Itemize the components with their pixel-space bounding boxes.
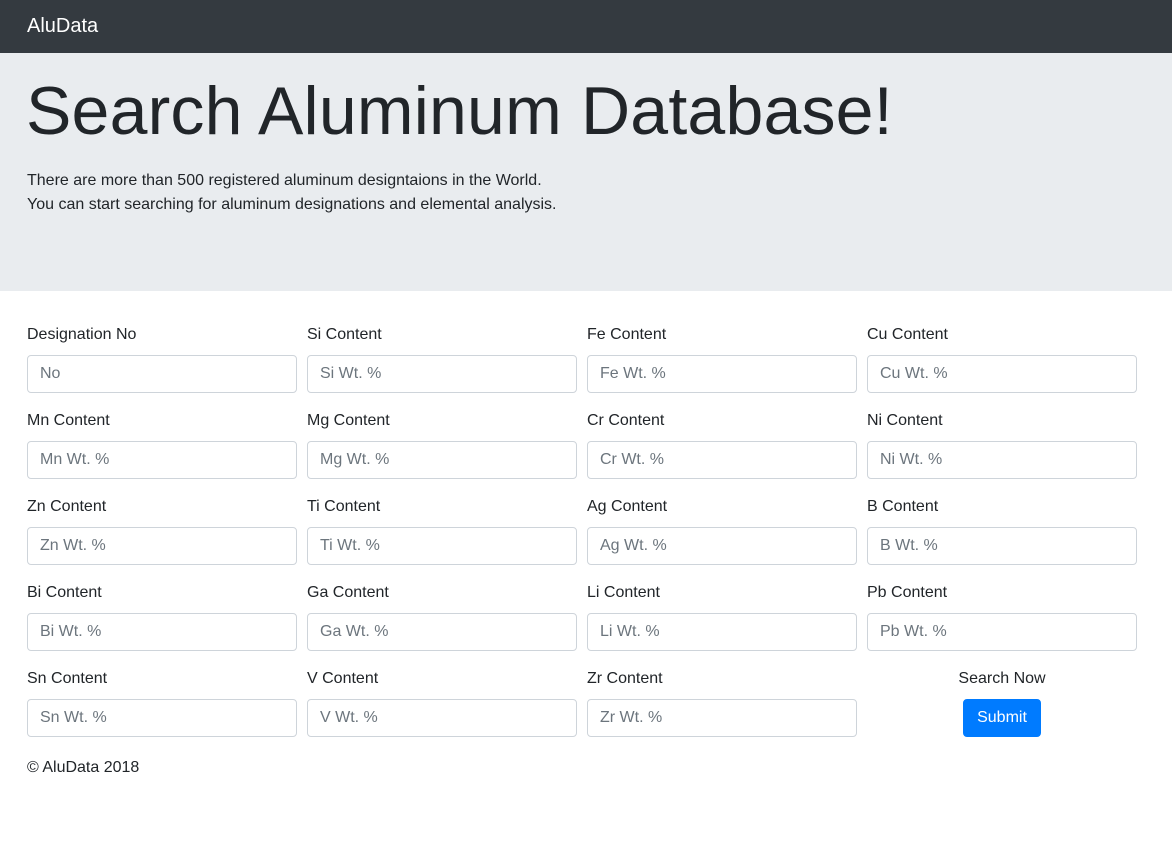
hero-description: There are more than 500 registered alumi… [27,169,1145,217]
field-zn: Zn Content [27,497,297,583]
field-mg: Mg Content [307,411,577,497]
pb-label: Pb Content [867,584,948,601]
field-sn: Sn Content [27,669,297,755]
mg-label: Mg Content [307,412,390,429]
field-ni: Ni Content [867,411,1137,497]
field-fe: Fe Content [587,325,857,411]
v-label: V Content [307,670,379,687]
bi-input[interactable] [27,613,297,651]
ag-label: Ag Content [587,498,668,515]
form-row: Designation No Si Content Fe Content Cu … [27,325,1137,411]
zn-label: Zn Content [27,498,107,515]
field-ti: Ti Content [307,497,577,583]
pb-input[interactable] [867,613,1137,651]
fe-input[interactable] [587,355,857,393]
brand-link[interactable]: AluData [27,15,98,38]
ti-label: Ti Content [307,498,381,515]
li-label: Li Content [587,584,660,601]
field-pb: Pb Content [867,583,1137,669]
bi-label: Bi Content [27,584,102,601]
search-now-group: Search Now Submit [867,669,1137,755]
field-li: Li Content [587,583,857,669]
ni-input[interactable] [867,441,1137,479]
cu-input[interactable] [867,355,1137,393]
field-designation: Designation No [27,325,297,411]
fe-label: Fe Content [587,326,667,343]
cr-input[interactable] [587,441,857,479]
designation-input[interactable] [27,355,297,393]
zr-label: Zr Content [587,670,663,687]
field-bi: Bi Content [27,583,297,669]
field-si: Si Content [307,325,577,411]
mg-input[interactable] [307,441,577,479]
li-input[interactable] [587,613,857,651]
hero-line-1: There are more than 500 registered alumi… [27,172,542,189]
field-cr: Cr Content [587,411,857,497]
navbar: AluData [0,0,1172,53]
field-cu: Cu Content [867,325,1137,411]
zr-input[interactable] [587,699,857,737]
v-input[interactable] [307,699,577,737]
cr-label: Cr Content [587,412,665,429]
designation-label: Designation No [27,326,137,343]
sn-label: Sn Content [27,670,108,687]
field-zr: Zr Content [587,669,857,755]
hero-line-2: You can start searching for aluminum des… [27,196,557,213]
ti-input[interactable] [307,527,577,565]
mn-input[interactable] [27,441,297,479]
cu-label: Cu Content [867,326,948,343]
si-input[interactable] [307,355,577,393]
hero-section: Search Aluminum Database! There are more… [0,53,1172,291]
ga-label: Ga Content [307,584,389,601]
field-ag: Ag Content [587,497,857,583]
form-row: Sn Content V Content Zr Content Search N… [27,669,1137,755]
mn-label: Mn Content [27,412,110,429]
search-form: Designation No Si Content Fe Content Cu … [0,291,1172,755]
search-now-label: Search Now [958,670,1046,687]
copyright-text: © AluData 2018 [27,759,140,776]
sn-input[interactable] [27,699,297,737]
field-ga: Ga Content [307,583,577,669]
zn-input[interactable] [27,527,297,565]
si-label: Si Content [307,326,382,343]
field-v: V Content [307,669,577,755]
form-row: Bi Content Ga Content Li Content Pb Cont… [27,583,1137,669]
form-row: Mn Content Mg Content Cr Content Ni Cont… [27,411,1137,497]
page-title: Search Aluminum Database! [26,73,893,149]
form-row: Zn Content Ti Content Ag Content B Conte… [27,497,1137,583]
ni-label: Ni Content [867,412,943,429]
field-mn: Mn Content [27,411,297,497]
b-input[interactable] [867,527,1137,565]
field-b: B Content [867,497,1137,583]
footer: © AluData 2018 [0,755,1172,781]
submit-button[interactable]: Submit [963,699,1041,737]
ga-input[interactable] [307,613,577,651]
b-label: B Content [867,498,939,515]
ag-input[interactable] [587,527,857,565]
